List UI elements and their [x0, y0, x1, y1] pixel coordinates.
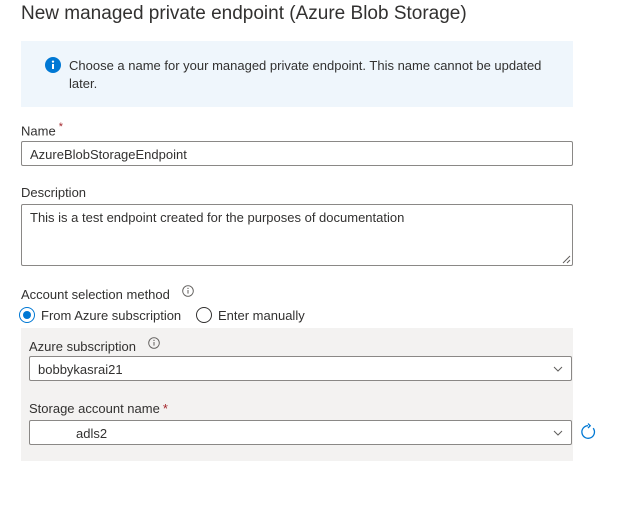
resize-grip-icon[interactable]	[562, 255, 571, 264]
info-tooltip-icon[interactable]	[181, 285, 194, 297]
name-label-text: Name	[21, 123, 56, 139]
storage-account-dropdown[interactable]: adls2	[29, 420, 572, 445]
name-label: Name *	[21, 121, 63, 138]
name-input-value: AzureBlobStorageEndpoint	[30, 147, 187, 162]
description-textarea-value: This is a test endpoint created for the …	[30, 210, 405, 225]
azure-subscription-dropdown[interactable]: bobbykasrai21	[29, 356, 572, 381]
radio-label: Enter manually	[218, 308, 305, 323]
storage-account-label-text: Storage account name	[29, 401, 160, 416]
account-selection-label-text: Account selection method	[21, 287, 170, 302]
refresh-icon[interactable]	[579, 423, 597, 441]
chevron-down-icon	[553, 430, 563, 436]
info-tooltip-icon[interactable]	[147, 337, 160, 349]
info-icon	[45, 57, 61, 73]
azure-subscription-value: bobbykasrai21	[38, 362, 123, 377]
radio-label: From Azure subscription	[41, 308, 182, 323]
chevron-down-icon	[553, 366, 563, 372]
radio-unchecked-icon[interactable]	[196, 307, 212, 323]
name-input[interactable]: AzureBlobStorageEndpoint	[21, 141, 573, 166]
account-selection-label: Account selection method	[21, 285, 194, 302]
storage-account-label: Storage account name *	[29, 401, 168, 416]
subscription-details-panel: Azure subscription bobbykasrai21 Storage…	[21, 328, 573, 461]
azure-subscription-label-text: Azure subscription	[29, 339, 136, 354]
info-message-text: Choose a name for your managed private e…	[69, 58, 542, 91]
page-title: New managed private endpoint (Azure Blob…	[21, 3, 467, 24]
description-label: Description	[21, 185, 87, 200]
radio-checked-icon[interactable]	[19, 307, 35, 323]
azure-subscription-label: Azure subscription	[29, 337, 160, 354]
description-textarea[interactable]: This is a test endpoint created for the …	[21, 204, 573, 266]
storage-account-required-mark: *	[162, 401, 168, 416]
name-required-mark: *	[58, 121, 63, 133]
storage-account-value: adls2	[76, 426, 108, 441]
info-message-bar: Choose a name for your managed private e…	[21, 41, 573, 107]
